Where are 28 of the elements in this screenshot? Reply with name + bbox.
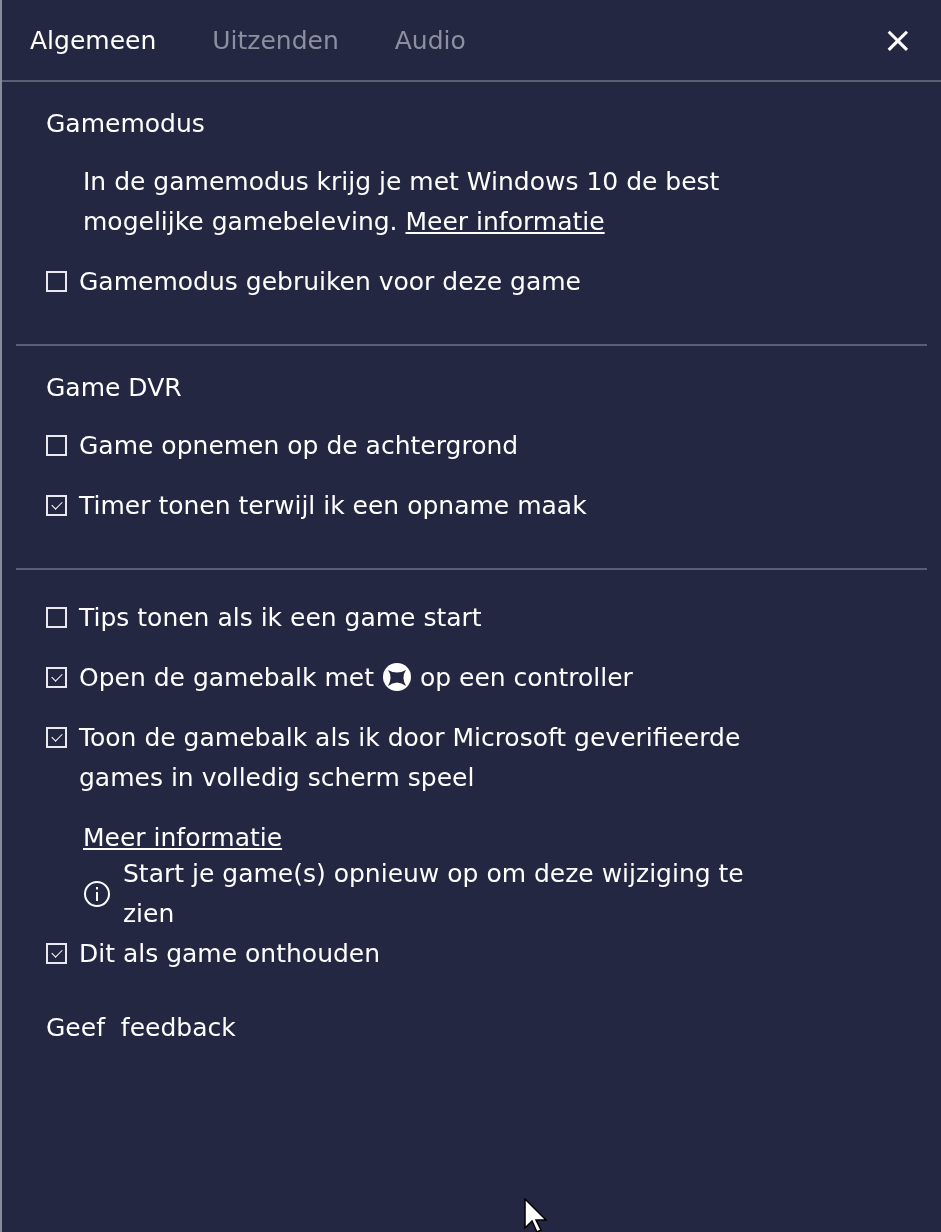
- more-info-link[interactable]: Meer informatie: [46, 818, 283, 858]
- option-label: Dit als game onthouden: [79, 938, 381, 970]
- checkbox[interactable]: [46, 607, 67, 628]
- info-icon: [83, 880, 111, 908]
- checkbox[interactable]: [46, 943, 67, 964]
- cursor-icon: [524, 1198, 548, 1232]
- checkbox[interactable]: [46, 435, 67, 456]
- option-label: Gamemodus gebruiken voor deze game: [79, 266, 581, 298]
- option-label: Tips tonen als ik een game start: [79, 602, 482, 634]
- section-heading: Game DVR: [46, 372, 183, 404]
- feedback-link[interactable]: Geef feedback: [46, 1008, 236, 1048]
- option-label: op een controller: [419, 662, 633, 694]
- option-label: Game opnemen op de achtergrond: [79, 430, 519, 462]
- description-text: In de gamemodus krijg je met Windows 10 de best mogelijke gamebeleving. Meer informatie: [82, 166, 721, 238]
- option-label: Timer tonen terwijl ik een opname maak: [79, 490, 587, 522]
- tab[interactable]: Uitzenden: [212, 25, 339, 55]
- more-info-link[interactable]: Meer informatie: [405, 207, 605, 236]
- option-label: Open de gamebalk met: [79, 662, 374, 694]
- tab[interactable]: Audio: [394, 25, 466, 55]
- checkbox[interactable]: [46, 667, 67, 688]
- option-label: Toon de gamebalk als ik door Microsoft geverifieerde games in volledig scherm speel: [79, 722, 742, 794]
- checkbox[interactable]: [46, 271, 67, 292]
- info-text: Start je game(s) opnieuw op om deze wijziging te zien: [123, 858, 745, 930]
- tab[interactable]: Algemeen: [30, 25, 157, 55]
- close-button[interactable]: ×: [878, 22, 917, 58]
- checkbox[interactable]: [46, 495, 67, 516]
- section-heading: Gamemodus: [46, 108, 206, 140]
- checkbox[interactable]: [46, 727, 67, 748]
